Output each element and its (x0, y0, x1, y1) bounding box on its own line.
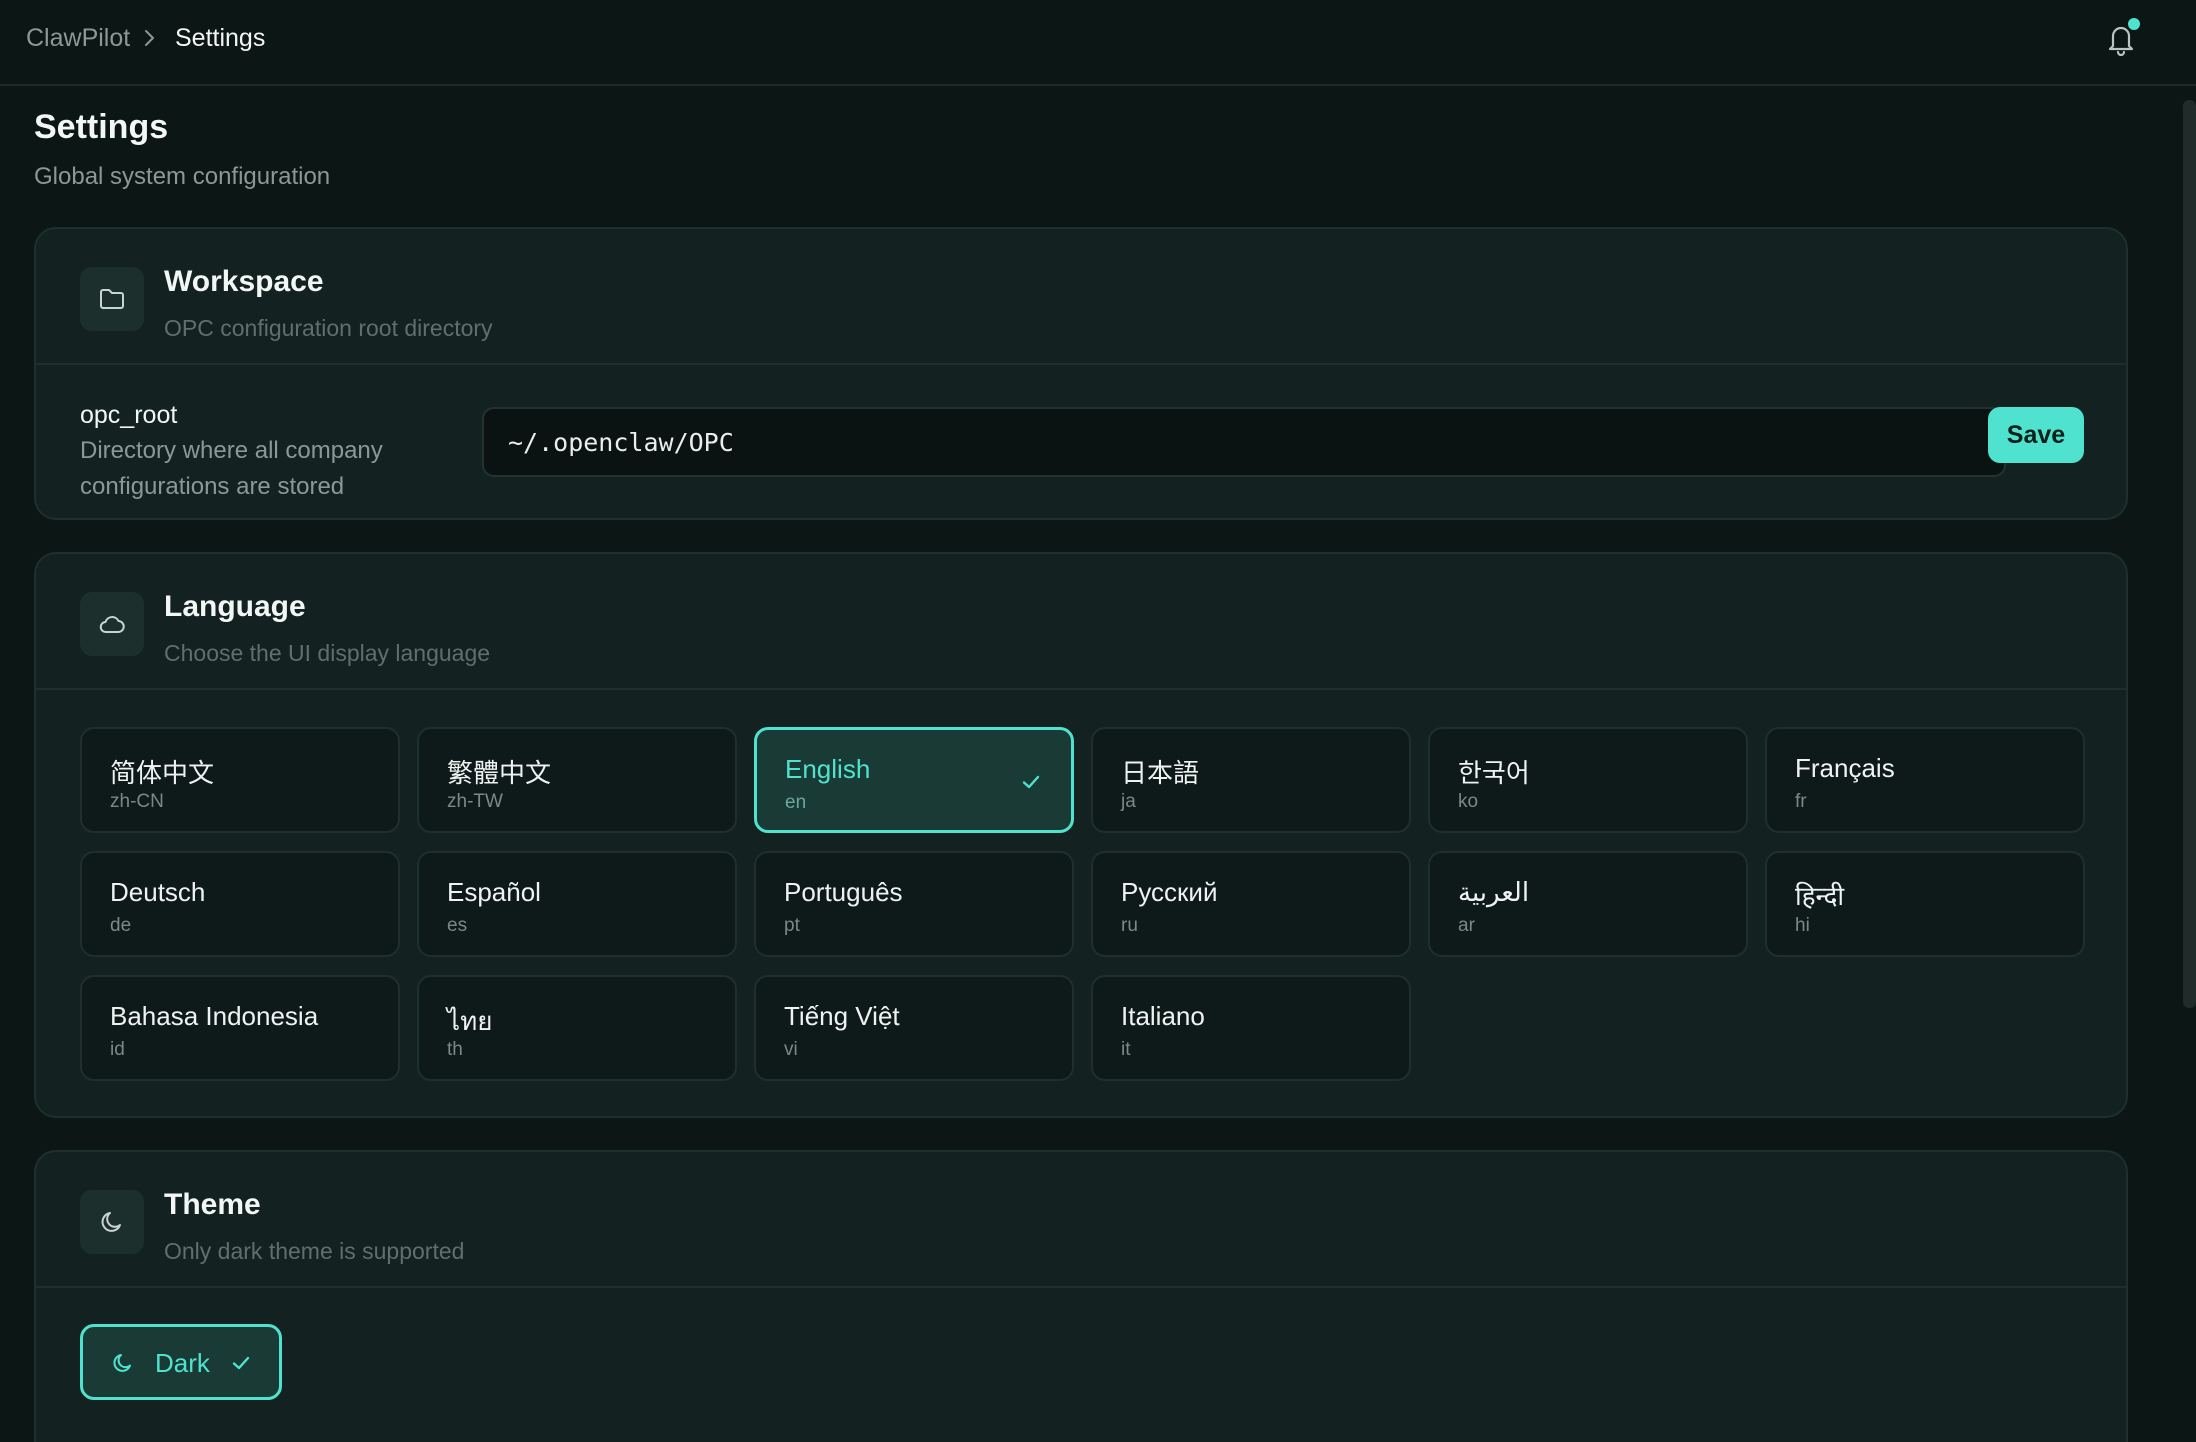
opc-root-help: Directory where all company configuratio… (80, 437, 383, 500)
language-name: العربية (1458, 877, 1530, 907)
language-option-th[interactable]: ไทย th (417, 975, 737, 1081)
language-option-hi[interactable]: हिन्दी hi (1765, 851, 2085, 957)
language-option-ar[interactable]: العربية ar (1428, 851, 1748, 957)
language-name: 한국어 (1458, 758, 1530, 788)
language-name: Tiếng Việt (784, 1001, 900, 1031)
theme-description: Only dark theme is supported (164, 1238, 465, 1264)
language-name: Français (1795, 753, 1895, 783)
language-option-fr[interactable]: Français fr (1765, 727, 2085, 833)
save-button[interactable]: Save (1988, 407, 2084, 463)
language-code: it (1121, 1039, 1131, 1060)
language-option-ja[interactable]: 日本語 ja (1091, 727, 1411, 833)
top-bar: ClawPilot Settings (0, 0, 2196, 86)
language-code: es (447, 915, 468, 936)
language-option-en[interactable]: English en (754, 727, 1074, 833)
language-name: Deutsch (110, 877, 206, 907)
language-option-vi[interactable]: Tiếng Việt vi (754, 975, 1074, 1081)
opc-root-label: opc_root (80, 401, 178, 429)
theme-option-dark[interactable]: Dark (80, 1324, 282, 1400)
check-icon (1022, 775, 1040, 789)
theme-option-label: Dark (155, 1348, 210, 1378)
workspace-title: Workspace (164, 265, 324, 298)
breadcrumb-current: Settings (175, 24, 266, 52)
language-name: हिन्दी (1795, 881, 1845, 911)
language-option-it[interactable]: Italiano it (1091, 975, 1411, 1081)
language-name: ไทย (447, 1006, 493, 1036)
language-option-pt[interactable]: Português pt (754, 851, 1074, 957)
language-name: Português (784, 877, 903, 907)
language-code: ja (1121, 791, 1136, 812)
language-code: th (447, 1039, 463, 1060)
language-name: 繁體中文 (447, 758, 552, 788)
language-name: 简体中文 (110, 758, 215, 788)
moon-icon (113, 1354, 131, 1372)
moon-icon (101, 1212, 121, 1232)
language-code: id (110, 1039, 125, 1060)
theme-card: Theme Only dark theme is supported Dark (34, 1150, 2128, 1442)
language-code: zh-TW (447, 791, 503, 812)
scrollbar[interactable] (2183, 100, 2196, 1008)
language-name: Italiano (1121, 1001, 1205, 1031)
opc-root-input[interactable] (482, 407, 2006, 477)
language-option-id[interactable]: Bahasa Indonesia id (80, 975, 400, 1081)
language-code: ru (1121, 915, 1138, 936)
language-name: Русский (1121, 877, 1218, 907)
breadcrumb-root[interactable]: ClawPilot (26, 24, 130, 53)
check-icon (232, 1356, 250, 1370)
workspace-card-header: Workspace OPC configuration root directo… (36, 229, 2126, 365)
language-code: en (785, 792, 807, 813)
language-code: vi (784, 1039, 798, 1060)
theme-icon-box (80, 1190, 144, 1254)
language-option-zh-TW[interactable]: 繁體中文 zh-TW (417, 727, 737, 833)
language-code: zh-CN (110, 791, 164, 812)
language-option-de[interactable]: Deutsch de (80, 851, 400, 957)
language-option-zh-CN[interactable]: 简体中文 zh-CN (80, 727, 400, 833)
folder-icon (100, 289, 124, 309)
chevron-right-icon (145, 30, 154, 46)
language-code: hi (1795, 915, 1810, 936)
language-name: 日本語 (1121, 758, 1200, 788)
language-code: fr (1795, 791, 1807, 812)
workspace-description: OPC configuration root directory (164, 315, 493, 341)
language-card-header: Language Choose the UI display language (36, 554, 2126, 690)
language-option-ru[interactable]: Русский ru (1091, 851, 1411, 957)
language-option-ko[interactable]: 한국어 ko (1428, 727, 1748, 833)
language-description: Choose the UI display language (164, 640, 491, 666)
theme-title: Theme (164, 1188, 261, 1221)
language-name: English (785, 754, 871, 784)
language-code: ar (1458, 915, 1475, 936)
cloud-icon (99, 616, 125, 633)
workspace-card: Workspace OPC configuration root directo… (34, 227, 2128, 520)
workspace-icon-box (80, 267, 144, 331)
language-icon-box (80, 592, 144, 656)
language-card: Language Choose the UI display language … (34, 552, 2128, 1118)
theme-card-header: Theme Only dark theme is supported (36, 1152, 2126, 1288)
language-option-es[interactable]: Español es (417, 851, 737, 957)
language-name: Español (447, 877, 541, 907)
page-title: Settings (34, 108, 169, 146)
language-code: ko (1458, 791, 1479, 812)
language-title: Language (164, 590, 306, 623)
language-code: de (110, 915, 132, 936)
language-code: pt (784, 915, 800, 936)
notification-badge (2128, 18, 2140, 30)
language-name: Bahasa Indonesia (110, 1001, 319, 1031)
page-subtitle: Global system configuration (34, 163, 331, 190)
